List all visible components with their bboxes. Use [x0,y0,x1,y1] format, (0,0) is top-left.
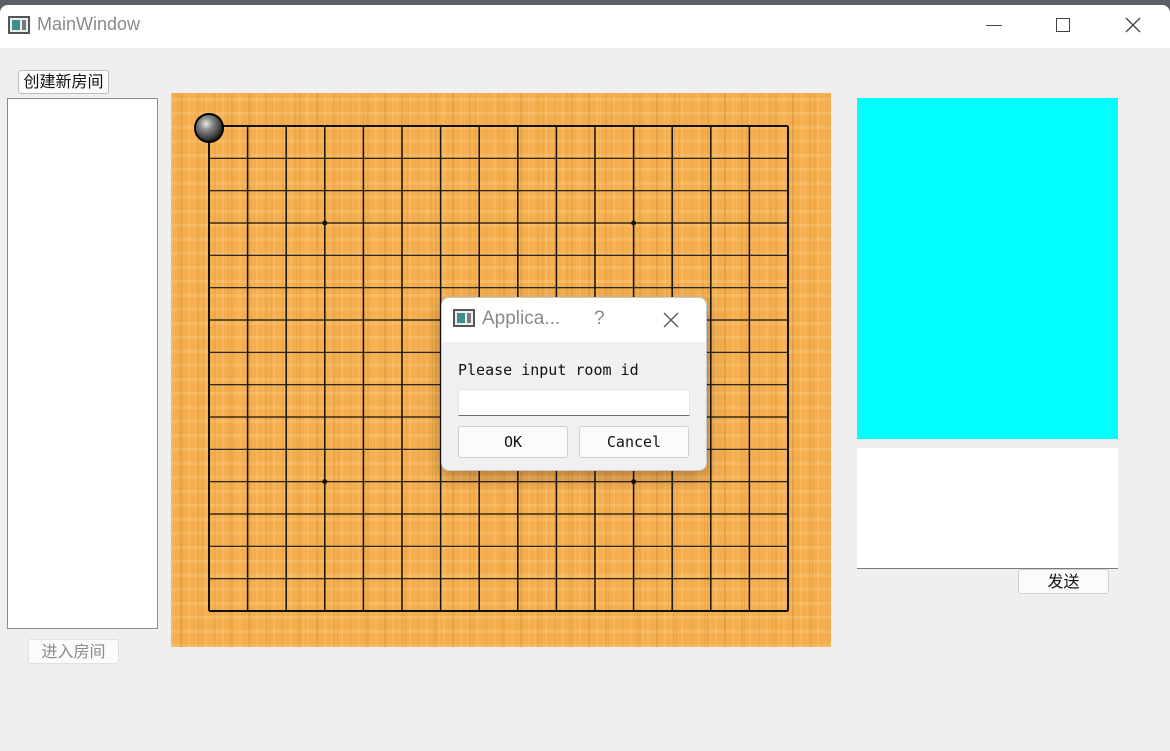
main-window: MainWindow 创建新房间 进入房间 发送 Applica... ? Pl… [0,5,1170,751]
create-room-button[interactable]: 创建新房间 [18,70,109,94]
wood-grain [370,93,375,647]
wood-grain [260,93,265,647]
maximize-icon [1056,18,1070,32]
cancel-button[interactable]: Cancel [579,426,689,458]
enter-room-button[interactable]: 进入房间 [28,639,119,664]
wood-grain [303,93,308,647]
wood-grain [803,93,808,647]
close-icon [1125,17,1141,33]
wood-grain [193,93,198,647]
wood-grain [396,93,401,647]
star-point [322,220,328,226]
window-title: MainWindow [37,14,141,34]
wood-grain [811,93,816,647]
dialog-title: Applica... [482,308,561,329]
wood-grain [177,93,182,647]
wood-grain [201,93,206,647]
chat-input[interactable] [857,448,1118,569]
wood-grain [269,93,274,647]
title-bar: MainWindow [0,5,1170,48]
wood-grain [294,93,299,647]
maximize-button[interactable] [1028,5,1098,48]
close-button[interactable] [1098,5,1168,48]
send-button[interactable]: 发送 [1018,569,1109,594]
minimize-icon [986,25,1002,26]
wood-grain [337,93,341,647]
star-point [631,479,637,485]
help-button[interactable]: ? [594,308,605,330]
wood-grain [328,93,333,647]
app-window-icon [8,16,30,34]
dialog-app-icon [453,309,475,327]
room-list[interactable] [7,98,158,629]
wood-grain [227,93,231,647]
wood-grain [743,93,748,647]
minimize-button[interactable] [958,5,1028,48]
wood-grain [769,93,774,647]
wood-grain [235,93,240,647]
wood-grain [735,93,740,647]
wood-grain [404,93,409,647]
room-id-input[interactable] [458,389,690,416]
black-stone [194,113,224,143]
dialog-title-bar: Applica... ? [442,298,706,342]
chat-display [857,98,1118,439]
star-point [322,479,328,485]
ok-button[interactable]: OK [458,426,568,458]
dialog-close-icon[interactable] [663,312,679,328]
room-id-label: Please input room id [458,361,639,379]
wood-grain [777,93,782,647]
wood-grain [430,93,435,647]
room-id-dialog: Applica... ? Please input room id OK Can… [441,297,707,471]
star-point [631,220,637,226]
